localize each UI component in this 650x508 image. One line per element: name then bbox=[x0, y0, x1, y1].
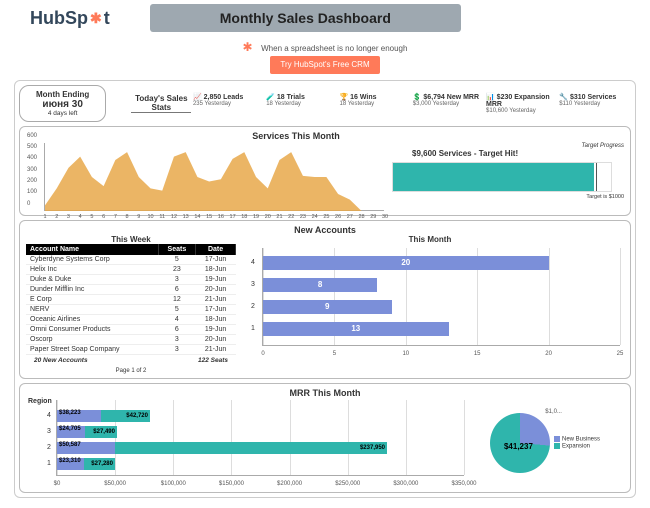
new-accounts-card: New Accounts This Week This Month Accoun… bbox=[19, 220, 631, 379]
services-card: Services This Month 0100200300400500600 … bbox=[19, 126, 631, 216]
pie-legend: New Business Expansion bbox=[554, 436, 600, 449]
table-row[interactable]: Helix Inc2318-Jun bbox=[26, 264, 236, 274]
pie-icon: $41,237 $1,0... bbox=[490, 413, 550, 473]
stat-item: 🏆 16 Wins18 Yesterday bbox=[339, 93, 409, 114]
sprocket-icon: ✱ bbox=[90, 10, 102, 27]
month-ending-box: Month Ending июня 30 4 days left bbox=[19, 85, 106, 122]
table-row[interactable]: E Corp1221-Jun bbox=[26, 294, 236, 304]
stat-item: 📊 $230 Expansion MRR$10,600 Yesterday bbox=[486, 93, 556, 114]
table-row[interactable]: NERV517-Jun bbox=[26, 304, 236, 314]
stat-item: 💲 $6,794 New MRR$3,000 Yesterday bbox=[413, 93, 483, 114]
table-row[interactable]: Duke & Duke319-Jun bbox=[26, 274, 236, 284]
mrr-pie-chart: $41,237 $1,0... New Business Expansion bbox=[470, 398, 620, 488]
dashboard: Month Ending июня 30 4 days left Today's… bbox=[14, 80, 636, 498]
services-progress-bar bbox=[392, 162, 612, 192]
stat-item: 📈 2,850 Leads235 Yesterday bbox=[193, 93, 263, 114]
services-area-chart: 0100200300400500600 12345678910111213141… bbox=[44, 143, 384, 211]
accounts-table: Account NameSeatsDate Cyberdyne Systems … bbox=[26, 244, 236, 355]
promo-bar: ✱ When a spreadsheet is no longer enough… bbox=[0, 36, 650, 78]
try-crm-button[interactable]: Try HubSpot's Free CRM bbox=[270, 56, 379, 74]
table-row[interactable]: Dunder Mifflin Inc620-Jun bbox=[26, 284, 236, 294]
hubspot-logo: HubSp✱t bbox=[30, 8, 110, 29]
page-title: Monthly Sales Dashboard bbox=[150, 4, 461, 32]
sprocket-icon: ✱ bbox=[243, 40, 253, 54]
table-row[interactable]: Omni Consumer Products619-Jun bbox=[26, 324, 236, 334]
stat-item: 🔧 $310 Services$110 Yesterday bbox=[559, 93, 629, 114]
table-row[interactable]: Cyberdyne Systems Corp517-Jun bbox=[26, 255, 236, 265]
today-stats-title: Today's Sales Stats bbox=[131, 94, 191, 113]
table-row[interactable]: Paper Street Soap Company321-Jun bbox=[26, 344, 236, 354]
stat-item: 🧪 18 Trials18 Yesterday bbox=[266, 93, 336, 114]
mrr-stacked-bar-chart: Region $0$50,000$100,000$150,000$200,000… bbox=[26, 398, 466, 488]
new-accounts-bar-chart: 05101520254203829113 bbox=[246, 248, 624, 358]
mrr-card: MRR This Month Region $0$50,000$100,000$… bbox=[19, 383, 631, 493]
table-row[interactable]: Oscorp320-Jun bbox=[26, 334, 236, 344]
table-row[interactable]: Oceanic Airlines418-Jun bbox=[26, 314, 236, 324]
services-target-message: $9,600 Services - Target Hit! bbox=[412, 149, 624, 158]
